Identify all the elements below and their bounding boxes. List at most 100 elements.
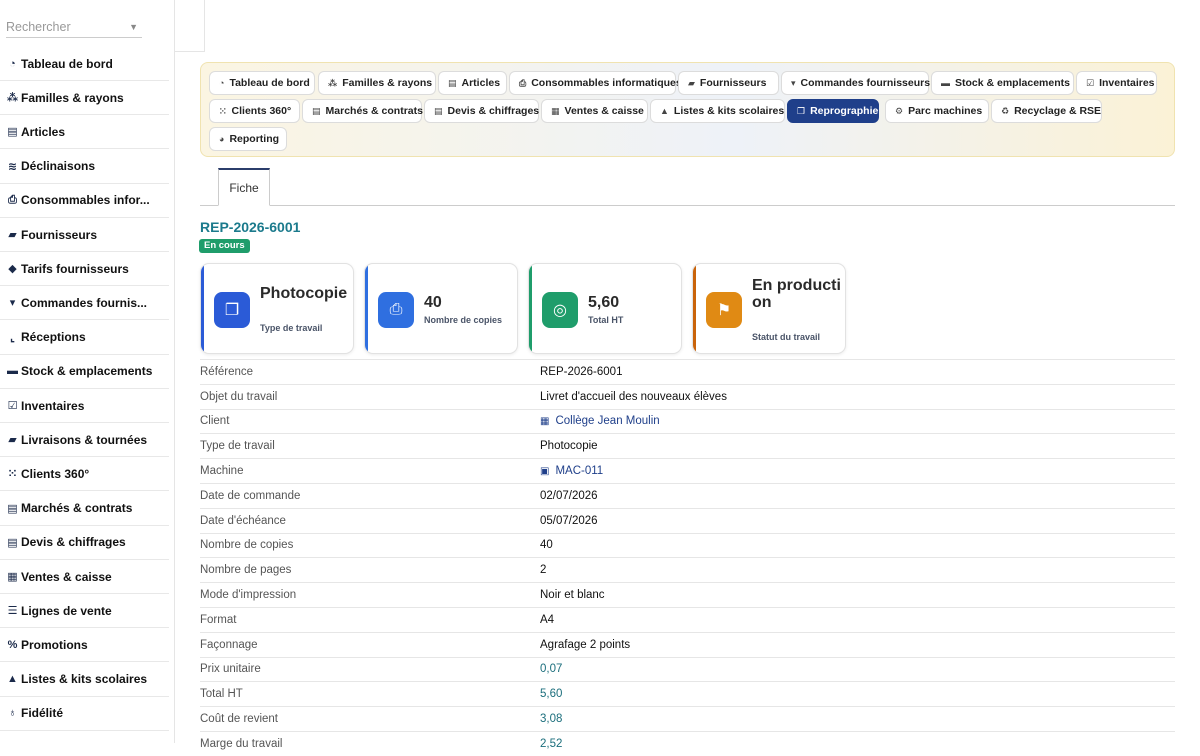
nav-button[interactable]: ♻ Recyclage & RSE bbox=[991, 99, 1102, 123]
nav-button-label: Familles & rayons bbox=[342, 77, 433, 89]
sidebar-item[interactable]: ≋ Déclinaisons bbox=[0, 150, 169, 184]
tags-icon: ◆ bbox=[8, 263, 17, 276]
sidebar-item[interactable]: % Promotions bbox=[0, 628, 169, 663]
field-value[interactable]: ▦ Collège Jean Moulin bbox=[540, 415, 660, 427]
field-value-text: Photocopie bbox=[540, 440, 598, 453]
nav-button[interactable]: ▤ Devis & chiffrages bbox=[424, 99, 539, 123]
nav-button[interactable]: ⁂ Familles & rayons bbox=[318, 71, 436, 95]
field-value: 02/07/2026 bbox=[540, 490, 598, 502]
table-row: Coût de revient 3,08 bbox=[200, 706, 1175, 731]
sidebar-item[interactable]: ▾ Commandes fournis... bbox=[0, 286, 169, 321]
table-row: Prix unitaire 0,07 bbox=[200, 656, 1175, 682]
table-row: Nombre de copies 40 bbox=[200, 532, 1175, 558]
sidebar-item[interactable]: ⁙ Clients 360° bbox=[0, 457, 169, 492]
truck-loading-icon: ▰ bbox=[8, 229, 17, 241]
sidebar-item-label: Familles & rayons bbox=[21, 90, 124, 105]
sidebar-item[interactable]: ⌞ Réceptions bbox=[0, 321, 169, 355]
sidebar-item-label: Réceptions bbox=[21, 330, 86, 345]
nav-button[interactable]: ▲ Listes & kits scolaires bbox=[650, 99, 785, 123]
card-value: 40 bbox=[424, 294, 442, 311]
sidebar-item[interactable]: ▦ Ventes & caisse bbox=[0, 560, 169, 594]
nav-button[interactable]: ⚙ Parc machines bbox=[885, 99, 989, 123]
field-label: Machine bbox=[200, 465, 244, 478]
tab-fiche[interactable]: Fiche bbox=[218, 168, 270, 206]
sidebar-item[interactable]: ◆ Tarifs fournisseurs bbox=[0, 252, 169, 287]
table-row: Type de travail Photocopie bbox=[200, 433, 1175, 458]
search-select[interactable]: Rechercher ▼ bbox=[6, 14, 142, 38]
nav-button[interactable]: ▰ Fournisseurs bbox=[678, 71, 779, 95]
sidebar-item-label: Fidélité bbox=[21, 706, 64, 721]
nav-button-label: Recyclage & RSE bbox=[1014, 105, 1102, 117]
nav-button[interactable]: ❐ Reprographie bbox=[787, 99, 879, 123]
field-value-text: 2 bbox=[540, 564, 547, 577]
sidebar-item[interactable]: ▰ Fournisseurs bbox=[0, 218, 169, 252]
nav-button[interactable]: ▦ Ventes & caisse bbox=[541, 99, 648, 123]
field-label: Nombre de pages bbox=[200, 564, 292, 577]
printer-icon: ⎙ bbox=[378, 292, 414, 328]
table-row: Format A4 bbox=[200, 606, 1175, 632]
sidebar-item[interactable]: ◔ Tableau de bord bbox=[0, 47, 169, 81]
field-value-text: 3,08 bbox=[540, 713, 563, 726]
field-label: Objet du travail bbox=[200, 390, 278, 403]
nav-button-label: Parc machines bbox=[908, 105, 983, 117]
field-value-text: Noir et blanc bbox=[540, 589, 605, 602]
field-value: REP-2026-6001 bbox=[540, 366, 622, 378]
card-accent-bar bbox=[529, 264, 532, 353]
sidebar-item[interactable]: ☰ Lignes de vente bbox=[0, 594, 169, 629]
table-row: Objet du travail Livret d'accueil des no… bbox=[200, 383, 1175, 409]
invoice-icon: ▤ bbox=[434, 105, 443, 116]
cash-register-icon: ▦ bbox=[7, 571, 18, 583]
users-icon: ⁙ bbox=[219, 105, 227, 116]
sidebar-item[interactable]: ⁂ Familles & rayons bbox=[0, 81, 169, 116]
table-row: Machine ▣ MAC-011 bbox=[200, 458, 1175, 483]
sidebar-item[interactable]: ▤ Marchés & contrats bbox=[0, 492, 169, 526]
card-accent-bar bbox=[365, 264, 368, 353]
field-value-text: 40 bbox=[540, 539, 553, 552]
cart-icon: ▾ bbox=[9, 297, 16, 310]
nav-button-label: Fournisseurs bbox=[699, 77, 767, 89]
nav-button[interactable]: ▤ Marchés & contrats bbox=[302, 99, 423, 123]
nav-button[interactable]: ⁙ Clients 360° bbox=[209, 99, 300, 123]
chevron-down-icon[interactable]: ▼ bbox=[129, 22, 138, 32]
dolly-icon: ⌞ bbox=[9, 331, 16, 344]
field-value: 0,07 bbox=[540, 663, 562, 675]
sidebar-item-label: Tableau de bord bbox=[21, 56, 113, 71]
field-label: Date de commande bbox=[200, 489, 301, 502]
nav-button[interactable]: ⎙ Consommables informatiques bbox=[509, 71, 682, 95]
warehouse-icon: ▬ bbox=[7, 365, 18, 378]
nav-button[interactable]: ◕ Reporting bbox=[209, 127, 287, 151]
field-label: Prix unitaire bbox=[200, 663, 261, 676]
nav-button[interactable]: ▬ Stock & emplacements bbox=[931, 71, 1074, 95]
sidebar-item[interactable]: ▤ Articles bbox=[0, 115, 169, 150]
sidebar-item-label: Articles bbox=[21, 124, 66, 139]
gears-icon: ⚙ bbox=[895, 105, 904, 116]
field-value: Agrafage 2 points bbox=[540, 639, 630, 651]
sidebar-item[interactable]: ☑ Inventaires bbox=[0, 389, 169, 423]
sidebar-item[interactable]: ▬ Stock & emplacements bbox=[0, 355, 169, 389]
field-value-text: 0,07 bbox=[540, 663, 563, 676]
table-row: Mode d'impression Noir et blanc bbox=[200, 582, 1175, 607]
sidebar-item[interactable]: ♁ Fidélité bbox=[0, 697, 169, 731]
field-label: Client bbox=[200, 415, 230, 428]
field-value[interactable]: ▣ MAC-011 bbox=[540, 465, 603, 477]
sidebar-item[interactable]: ▲ Listes & kits scolaires bbox=[0, 663, 169, 697]
summary-card: ❐ Photocopie Type de travail bbox=[200, 263, 354, 354]
field-value: Noir et blanc bbox=[540, 589, 605, 601]
field-value: 2 bbox=[540, 564, 546, 576]
sidebar-item[interactable]: ▤ Devis & chiffrages bbox=[0, 526, 169, 560]
nav-button[interactable]: ☑ Inventaires bbox=[1076, 71, 1157, 95]
summary-card: ◎ 5,60 Total HT bbox=[528, 263, 682, 354]
field-label: Nombre de copies bbox=[200, 539, 294, 552]
sidebar-item[interactable]: ⎙ Consommables infor... bbox=[0, 184, 169, 218]
truck-icon: ▰ bbox=[8, 434, 17, 447]
card-accent-bar bbox=[201, 264, 204, 353]
sidebar-item-label: Listes & kits scolaires bbox=[21, 672, 148, 687]
contract-icon: ▤ bbox=[312, 105, 321, 116]
nav-button[interactable]: ▾ Commandes fournisseurs bbox=[781, 71, 930, 95]
nav-button[interactable]: ▤ Articles bbox=[438, 71, 507, 95]
nav-button-label: Reporting bbox=[229, 133, 280, 145]
sidebar-item[interactable]: ▰ Livraisons & tournées bbox=[0, 423, 169, 458]
sidebar-item-label: Lignes de vente bbox=[21, 603, 112, 618]
nav-button[interactable]: ◔ Tableau de bord bbox=[209, 71, 315, 95]
card-value: 5,60 bbox=[588, 294, 620, 311]
